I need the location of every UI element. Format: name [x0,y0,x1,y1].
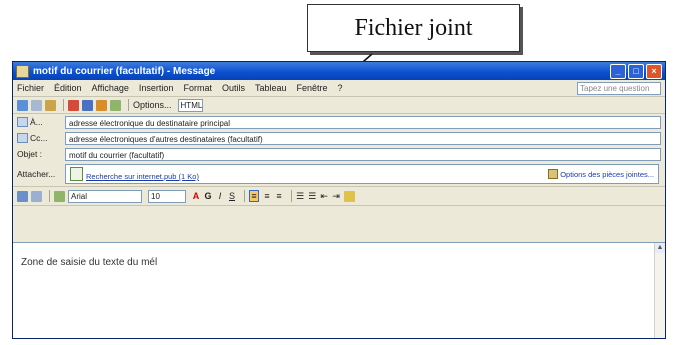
font-icon[interactable] [17,190,28,202]
menu-affichage[interactable]: Affichage [92,83,129,93]
window-title: motif du courrier (facultatif) - Message [33,65,216,77]
standard-toolbar: Options... HTML [13,97,665,114]
help-search-input[interactable]: Tapez une question [577,81,661,95]
attachment-options-link[interactable]: Options des pièces jointes... [548,169,654,179]
cc-button[interactable]: Cc... [17,133,65,143]
align-left-icon[interactable]: ≡ [249,190,259,202]
font-select[interactable]: Arial [68,189,142,203]
attached-file[interactable]: Recherche sur internet.pub (1 Ko) [70,167,199,181]
bullet-list-icon[interactable]: ☰ [308,191,316,202]
align-center-icon[interactable]: ≡ [263,191,271,201]
save-icon[interactable] [31,99,42,111]
to-field[interactable]: adresse électronique du destinataire pri… [65,115,661,129]
style-icon[interactable] [31,190,42,202]
address-book-icon[interactable] [110,99,121,111]
menu-help[interactable]: ? [338,83,343,93]
close-button[interactable]: × [646,63,662,79]
bold-icon[interactable]: G [204,191,212,201]
menu-format[interactable]: Format [183,83,212,93]
title-bar: motif du courrier (facultatif) - Message… [13,62,665,80]
italic-icon[interactable]: I [216,191,224,201]
minimize-button[interactable]: _ [610,63,626,79]
numbered-list-icon[interactable]: ☰ [296,191,304,202]
attachment-row: Attacher... Recherche sur internet.pub (… [13,162,665,187]
vertical-scrollbar[interactable]: ▲ [654,243,665,338]
paperclip-icon [548,169,559,179]
cc-field[interactable]: adresse électroniques d'autres destinata… [65,131,661,145]
format-select[interactable]: HTML [177,98,204,112]
align-right-icon[interactable]: ≡ [275,191,283,201]
menu-tableau[interactable]: Tableau [255,83,287,93]
message-window: motif du courrier (facultatif) - Message… [12,61,666,339]
cc-row: Cc... adresse électroniques d'autres des… [13,130,665,146]
attach-icon[interactable] [45,99,56,111]
formatting-toolbar: Arial 10 A G I S ≡ ≡ ≡ ☰ ☰ ⇤ ⇥ [13,187,665,206]
scroll-up-icon[interactable]: ▲ [655,243,665,253]
importance-low-icon[interactable] [82,99,93,111]
decrease-indent-icon[interactable]: ⇤ [320,191,328,202]
subject-row: Objet : motif du courrier (facultatif) [13,146,665,162]
font-color-icon[interactable]: A [192,191,200,201]
subject-field[interactable]: motif du courrier (facultatif) [65,147,661,161]
menu-edition[interactable]: Édition [54,83,82,93]
increase-indent-icon[interactable]: ⇥ [332,191,340,202]
menu-bar: Fichier Édition Affichage Insertion Form… [13,80,665,97]
callout-label: Fichier joint [307,4,520,52]
menu-fenetre[interactable]: Fenêtre [297,83,328,93]
to-row: À... adresse électronique du destinatair… [13,114,665,130]
envelope-icon [16,64,29,78]
subject-label: Objet : [17,149,43,159]
attached-file-name: Recherche sur internet.pub (1 Ko) [86,172,199,181]
to-button[interactable]: À... [17,117,65,127]
address-book-icon [17,117,28,127]
maximize-button[interactable]: □ [628,63,644,79]
flag-icon[interactable] [96,99,107,111]
highlight-icon[interactable] [344,190,356,202]
menu-insertion[interactable]: Insertion [139,83,174,93]
underline-icon[interactable]: S [228,191,236,201]
size-select[interactable]: 10 [148,189,186,203]
attachment-field[interactable]: Recherche sur internet.pub (1 Ko) Option… [65,164,659,184]
message-body[interactable]: Zone de saisie du texte du mél ▲ [13,242,665,338]
menu-fichier[interactable]: Fichier [17,83,44,93]
address-book-icon [17,133,28,143]
options-button[interactable]: Options... [133,100,172,110]
attach-button[interactable]: Attacher... [17,169,65,179]
message-body-text: Zone de saisie du texte du mél [21,257,158,268]
importance-high-icon[interactable] [68,99,79,111]
send-icon[interactable] [17,99,28,111]
publisher-file-icon [70,167,83,181]
menu-outils[interactable]: Outils [222,83,245,93]
paragraph-icon[interactable] [54,190,65,202]
